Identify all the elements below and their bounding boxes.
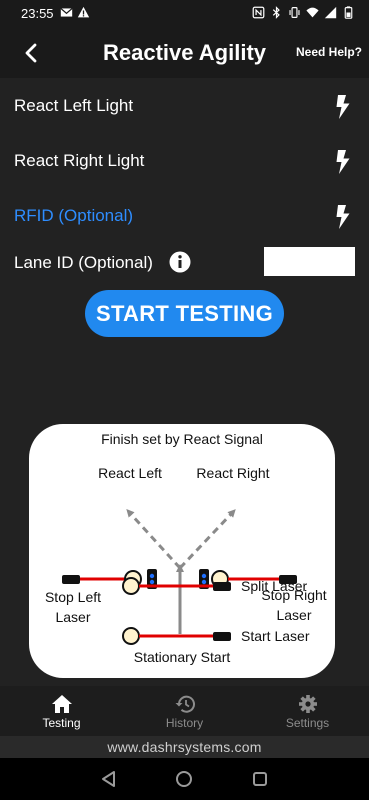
- battery-icon: [344, 6, 353, 19]
- stop-right-text-line2: Laser: [276, 607, 311, 623]
- react-right-light-led: [201, 573, 207, 579]
- status-notification-icons: [60, 6, 90, 19]
- bottom-nav: Testing History Settings: [0, 686, 369, 736]
- react-left-light-label: React Left Light: [14, 96, 134, 115]
- tab-testing-label: Testing: [42, 716, 81, 730]
- history-icon: [175, 695, 195, 713]
- bolt-icon[interactable]: [334, 204, 352, 230]
- rfid-label: RFID (Optional): [14, 206, 134, 225]
- need-help-link[interactable]: Need Help?: [296, 45, 362, 59]
- back-triangle-icon[interactable]: [99, 769, 119, 789]
- stop-left-laser-emitter: [62, 575, 80, 584]
- home-circle-icon[interactable]: [174, 769, 194, 789]
- diagram-title: Finish set by React Signal: [101, 431, 263, 447]
- left-path-arrow: [126, 509, 182, 570]
- info-icon[interactable]: [169, 251, 191, 273]
- right-path-arrow: [178, 509, 236, 570]
- home-icon: [51, 695, 72, 713]
- footer-url[interactable]: www.dashrsystems.com: [0, 736, 369, 758]
- react-left-light-row[interactable]: React Left Light: [0, 88, 369, 128]
- stationary-start-text: Stationary Start: [134, 649, 231, 665]
- system-nav-bar: [0, 758, 369, 800]
- react-right-light-led: [201, 579, 207, 585]
- signal-icon: [324, 6, 337, 19]
- split-reflector: [122, 577, 140, 595]
- tab-settings-label: Settings: [285, 716, 330, 730]
- lane-id-label: Lane ID (Optional): [14, 253, 153, 272]
- react-left-text: React Left: [98, 465, 162, 481]
- rfid-row[interactable]: RFID (Optional): [0, 198, 369, 238]
- bolt-icon[interactable]: [334, 94, 352, 120]
- stop-left-text-line2: Laser: [55, 609, 90, 625]
- split-laser-text: Split Laser: [241, 578, 307, 594]
- status-system-icons: [252, 6, 355, 19]
- stop-left-text-line1: Stop Left: [45, 589, 101, 605]
- reactive-agility-diagram: Finish set by React Signal React Left Re…: [29, 424, 335, 678]
- wifi-icon: [306, 7, 319, 18]
- start-reflector: [122, 627, 140, 645]
- recents-square-icon[interactable]: [250, 769, 270, 789]
- tab-history-label: History: [165, 716, 204, 730]
- main-content: React Left Light React Right Light RFID …: [0, 78, 369, 686]
- vibrate-icon: [289, 7, 300, 18]
- react-left-light-led: [149, 573, 155, 579]
- app-header: Reactive Agility Need Help?: [0, 28, 369, 78]
- tab-testing[interactable]: Testing: [0, 686, 123, 736]
- react-right-light-row[interactable]: React Right Light: [0, 143, 369, 183]
- gmail-icon: [60, 7, 73, 17]
- diagram-graphic: Finish set by React Signal React Left Re…: [45, 431, 327, 665]
- start-laser-emitter: [213, 632, 231, 641]
- alert-icon: [77, 6, 90, 18]
- react-right-light-label: React Right Light: [14, 151, 145, 170]
- bluetooth-icon: [272, 6, 280, 19]
- tab-settings[interactable]: Settings: [246, 686, 369, 736]
- nfc-icon: [252, 6, 265, 19]
- bolt-icon[interactable]: [334, 149, 352, 175]
- split-laser-emitter: [213, 582, 231, 591]
- start-laser-text: Start Laser: [241, 628, 310, 644]
- lane-id-row: Lane ID (Optional): [0, 243, 369, 283]
- status-time: 23:55: [21, 6, 54, 21]
- start-testing-button[interactable]: START TESTING: [85, 290, 284, 337]
- gear-icon: [298, 695, 317, 713]
- status-bar: 23:55: [0, 0, 369, 28]
- react-right-text: React Right: [196, 465, 269, 481]
- tab-history[interactable]: History: [123, 686, 246, 736]
- react-left-light-led: [149, 579, 155, 585]
- lane-id-input[interactable]: [264, 247, 355, 276]
